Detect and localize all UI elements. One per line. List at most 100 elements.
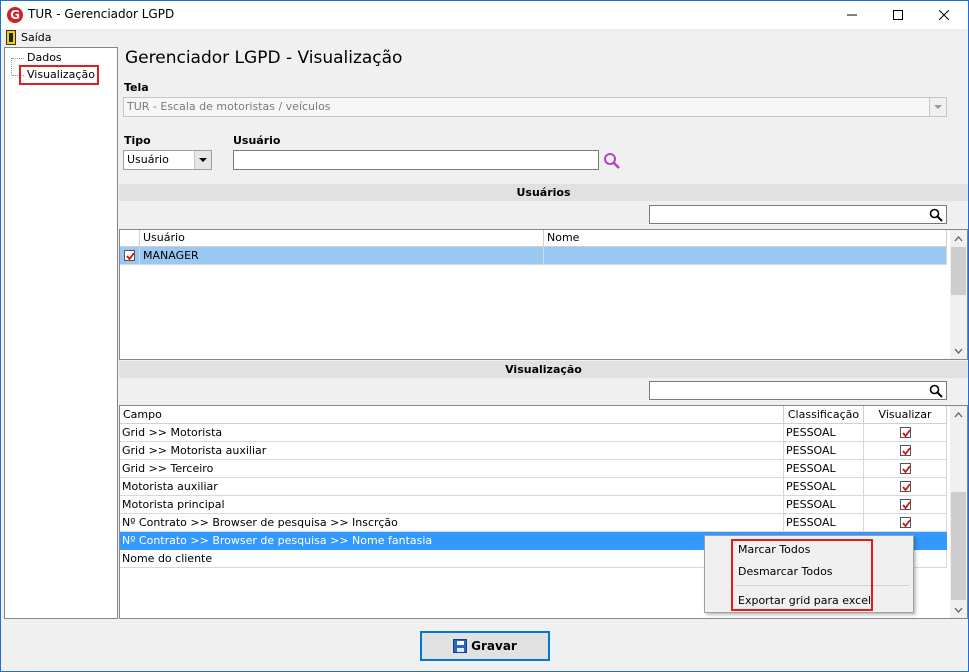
checkmark-icon: [902, 429, 911, 438]
table-row[interactable]: Motorista auxiliar PESSOAL: [120, 478, 947, 496]
title-bar: G TUR - Gerenciador LGPD: [1, 1, 968, 29]
cell-classificacao: PESSOAL: [784, 442, 864, 460]
scrollbar-thumb[interactable]: [951, 247, 966, 295]
cell-campo: Nº Contrato >> Browser de pesquisa >> In…: [120, 514, 784, 532]
minimize-button[interactable]: [829, 1, 875, 29]
table-row[interactable]: Grid >> Motorista auxiliar PESSOAL: [120, 442, 947, 460]
save-button-label: Gravar: [471, 639, 517, 653]
cell-usuario: MANAGER: [140, 247, 544, 265]
cell-visualizar[interactable]: [864, 514, 947, 532]
scrollbar-thumb[interactable]: [951, 492, 966, 600]
tree-connector: [12, 58, 24, 59]
app-window: G TUR - Gerenciador LGPD Saída Dados Vis…: [0, 0, 969, 672]
tipo-combo[interactable]: Usuário: [123, 150, 212, 170]
chevron-up-icon[interactable]: [950, 406, 967, 423]
grid-header-campo[interactable]: Campo: [120, 406, 784, 424]
cell-classificacao: PESSOAL: [784, 496, 864, 514]
chevron-down-icon[interactable]: [194, 151, 211, 169]
cell-visualizar[interactable]: [864, 478, 947, 496]
users-grid-scrollbar[interactable]: [950, 230, 967, 359]
cell-campo: Grid >> Terceiro: [120, 460, 784, 478]
cell-campo: Grid >> Motorista auxiliar: [120, 442, 784, 460]
tree-item-dados[interactable]: Dados: [27, 51, 62, 64]
chevron-down-icon[interactable]: [950, 601, 967, 618]
table-row[interactable]: Grid >> Motorista PESSOAL: [120, 424, 947, 442]
visualizar-checkbox[interactable]: [900, 481, 911, 492]
navigation-tree: Dados Visualização: [4, 47, 118, 619]
visualizar-checkbox[interactable]: [900, 445, 911, 456]
tipo-label: Tipo: [124, 134, 151, 147]
table-row[interactable]: MANAGER: [120, 247, 947, 265]
search-icon[interactable]: [603, 152, 621, 170]
tela-label: Tela: [124, 81, 149, 94]
cell-classificacao: PESSOAL: [784, 424, 864, 442]
page-title: Gerenciador LGPD - Visualização: [125, 48, 403, 68]
visualizar-checkbox[interactable]: [900, 499, 911, 510]
grid-header-classificacao[interactable]: Classificação: [784, 406, 864, 424]
row-check-cell[interactable]: [120, 247, 140, 265]
checkmark-icon: [902, 519, 911, 528]
floppy-disk-icon: [453, 639, 468, 653]
maximize-button[interactable]: [875, 1, 921, 29]
view-search-input[interactable]: [649, 381, 947, 400]
users-grid: Usuário Nome MANAGER: [119, 229, 968, 360]
visualizar-checkbox[interactable]: [900, 427, 911, 438]
cell-visualizar[interactable]: [864, 424, 947, 442]
table-row[interactable]: Nº Contrato >> Browser de pesquisa >> In…: [120, 514, 947, 532]
checkmark-icon: [902, 465, 911, 474]
view-section-header: Visualização: [119, 361, 968, 378]
menu-exit[interactable]: Saída: [21, 31, 52, 44]
cell-classificacao: PESSOAL: [784, 460, 864, 478]
magnifier-icon[interactable]: [929, 384, 943, 398]
chevron-up-icon[interactable]: [950, 230, 967, 247]
magnifier-icon[interactable]: [929, 208, 943, 222]
cell-campo: Nome do cliente: [120, 550, 784, 568]
cell-classificacao: PESSOAL: [784, 514, 864, 532]
cell-campo: Grid >> Motorista: [120, 424, 784, 442]
close-button[interactable]: [921, 1, 967, 29]
grid-header-nome[interactable]: Nome: [544, 230, 947, 247]
close-icon: [939, 10, 949, 20]
cell-visualizar[interactable]: [864, 442, 947, 460]
cell-campo: Nº Contrato >> Browser de pesquisa >> No…: [120, 532, 784, 550]
view-grid-scrollbar[interactable]: [950, 406, 967, 618]
cell-campo: Motorista principal: [120, 496, 784, 514]
chevron-down-icon[interactable]: [950, 342, 967, 359]
grid-header-check: [120, 230, 140, 247]
tree-selection-highlight: [19, 65, 99, 85]
context-menu: Marcar Todos Desmarcar Todos Exportar gr…: [704, 535, 914, 613]
tela-value: TUR - Escala de motoristas / veículos: [127, 100, 331, 113]
maximize-icon: [893, 10, 903, 20]
cell-visualizar[interactable]: [864, 496, 947, 514]
app-logo-icon: G: [7, 7, 23, 23]
users-section-header: Usuários: [119, 184, 968, 201]
checkmark-icon: [902, 447, 911, 456]
visualizar-checkbox[interactable]: [900, 463, 911, 474]
checkmark-icon: [126, 252, 135, 261]
context-menu-highlight: [731, 539, 873, 611]
cell-campo: Motorista auxiliar: [120, 478, 784, 496]
minimize-icon: [847, 14, 857, 16]
save-button[interactable]: Gravar: [420, 631, 550, 661]
usuario-input[interactable]: [233, 150, 599, 170]
checkmark-icon: [902, 483, 911, 492]
table-row[interactable]: Motorista principal PESSOAL: [120, 496, 947, 514]
tipo-value: Usuário: [127, 153, 169, 166]
window-title: TUR - Gerenciador LGPD: [28, 7, 175, 21]
menu-bar: Saída: [1, 29, 968, 47]
tela-combo[interactable]: TUR - Escala de motoristas / veículos: [123, 97, 947, 117]
cell-classificacao: PESSOAL: [784, 478, 864, 496]
grid-header-usuario[interactable]: Usuário: [140, 230, 544, 247]
table-row[interactable]: Grid >> Terceiro PESSOAL: [120, 460, 947, 478]
row-checkbox[interactable]: [124, 250, 135, 261]
users-search-input[interactable]: [649, 205, 947, 224]
grid-header-visualizar[interactable]: Visualizar: [864, 406, 947, 424]
visualizar-checkbox[interactable]: [900, 517, 911, 528]
tree-connector: [11, 58, 12, 75]
checkmark-icon: [902, 501, 911, 510]
chevron-down-icon[interactable]: [929, 98, 946, 116]
exit-door-icon: [6, 30, 16, 45]
cell-visualizar[interactable]: [864, 460, 947, 478]
usuario-label: Usuário: [233, 134, 281, 147]
cell-nome: [544, 247, 947, 265]
